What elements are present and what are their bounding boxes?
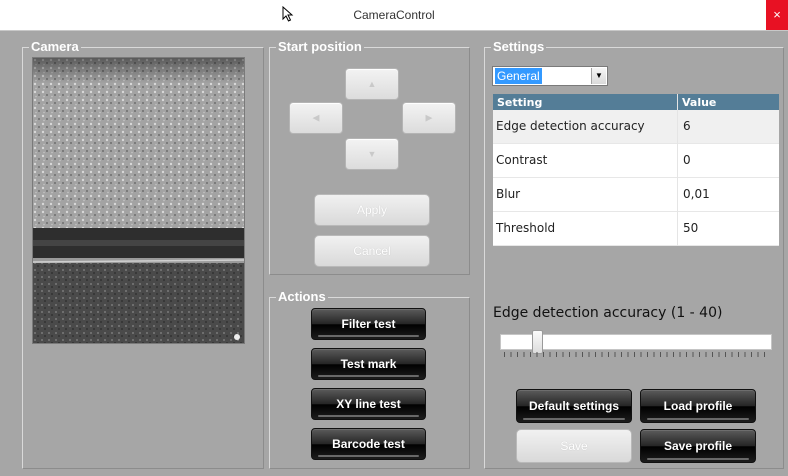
settings-group-label: Settings (491, 39, 547, 54)
xy-line-test-button[interactable]: XY line test (311, 388, 426, 420)
camera-feed (32, 57, 245, 344)
save-button[interactable]: Save (516, 429, 632, 463)
settings-category-value: General (495, 68, 542, 84)
table-row[interactable]: Threshold 50 (493, 212, 779, 246)
move-down-button[interactable]: ▼ (345, 138, 399, 170)
setting-value[interactable]: 0,01 (683, 187, 710, 201)
table-row[interactable]: Edge detection accuracy 6 (493, 110, 779, 144)
barcode-test-button[interactable]: Barcode test (311, 428, 426, 460)
move-left-button[interactable]: ◀ (289, 102, 343, 134)
filter-test-button[interactable]: Filter test (311, 308, 426, 340)
settings-table: Setting Value Edge detection accuracy 6 … (493, 94, 779, 246)
camera-image (33, 58, 244, 343)
right-arrow-icon: ▶ (425, 112, 433, 123)
column-divider (677, 94, 678, 246)
setting-value[interactable]: 6 (683, 119, 691, 133)
slider-label: Edge detection accuracy (1 - 40) (493, 305, 723, 321)
default-settings-button[interactable]: Default settings (516, 389, 632, 423)
close-button[interactable]: × (766, 0, 788, 30)
test-mark-button[interactable]: Test mark (311, 348, 426, 380)
setting-name: Edge detection accuracy (496, 119, 645, 133)
column-header-setting: Setting (497, 96, 543, 109)
actions-group-label: Actions (276, 289, 328, 304)
save-profile-button[interactable]: Save profile (640, 429, 756, 463)
table-row[interactable]: Contrast 0 (493, 144, 779, 178)
down-arrow-icon: ▼ (367, 149, 377, 159)
setting-name: Threshold (496, 221, 556, 235)
load-profile-button[interactable]: Load profile (640, 389, 756, 423)
camera-group-label: Camera (29, 39, 81, 54)
start-position-group-label: Start position (276, 39, 364, 54)
setting-name: Blur (496, 187, 521, 201)
window-title: CameraControl (353, 8, 435, 22)
left-arrow-icon: ◀ (312, 112, 320, 123)
camera-control-window: CameraControl × Camera Start position ▲ … (0, 0, 788, 476)
setting-name: Contrast (496, 153, 548, 167)
title-bar[interactable]: CameraControl × (0, 0, 788, 31)
edge-accuracy-slider-thumb[interactable] (532, 330, 543, 354)
setting-value[interactable]: 50 (683, 221, 698, 235)
setting-value[interactable]: 0 (683, 153, 691, 167)
move-right-button[interactable]: ▶ (402, 102, 456, 134)
apply-button[interactable]: Apply (314, 194, 430, 226)
settings-category-select[interactable]: General ▼ (492, 66, 608, 86)
table-row[interactable]: Blur 0,01 (493, 178, 779, 212)
chevron-down-icon[interactable]: ▼ (591, 68, 606, 84)
slider-ticks (504, 352, 768, 357)
table-header: Setting Value (493, 94, 779, 110)
column-header-value: Value (682, 96, 717, 109)
cancel-button[interactable]: Cancel (314, 235, 430, 267)
move-up-button[interactable]: ▲ (345, 68, 399, 100)
up-arrow-icon: ▲ (367, 79, 377, 89)
